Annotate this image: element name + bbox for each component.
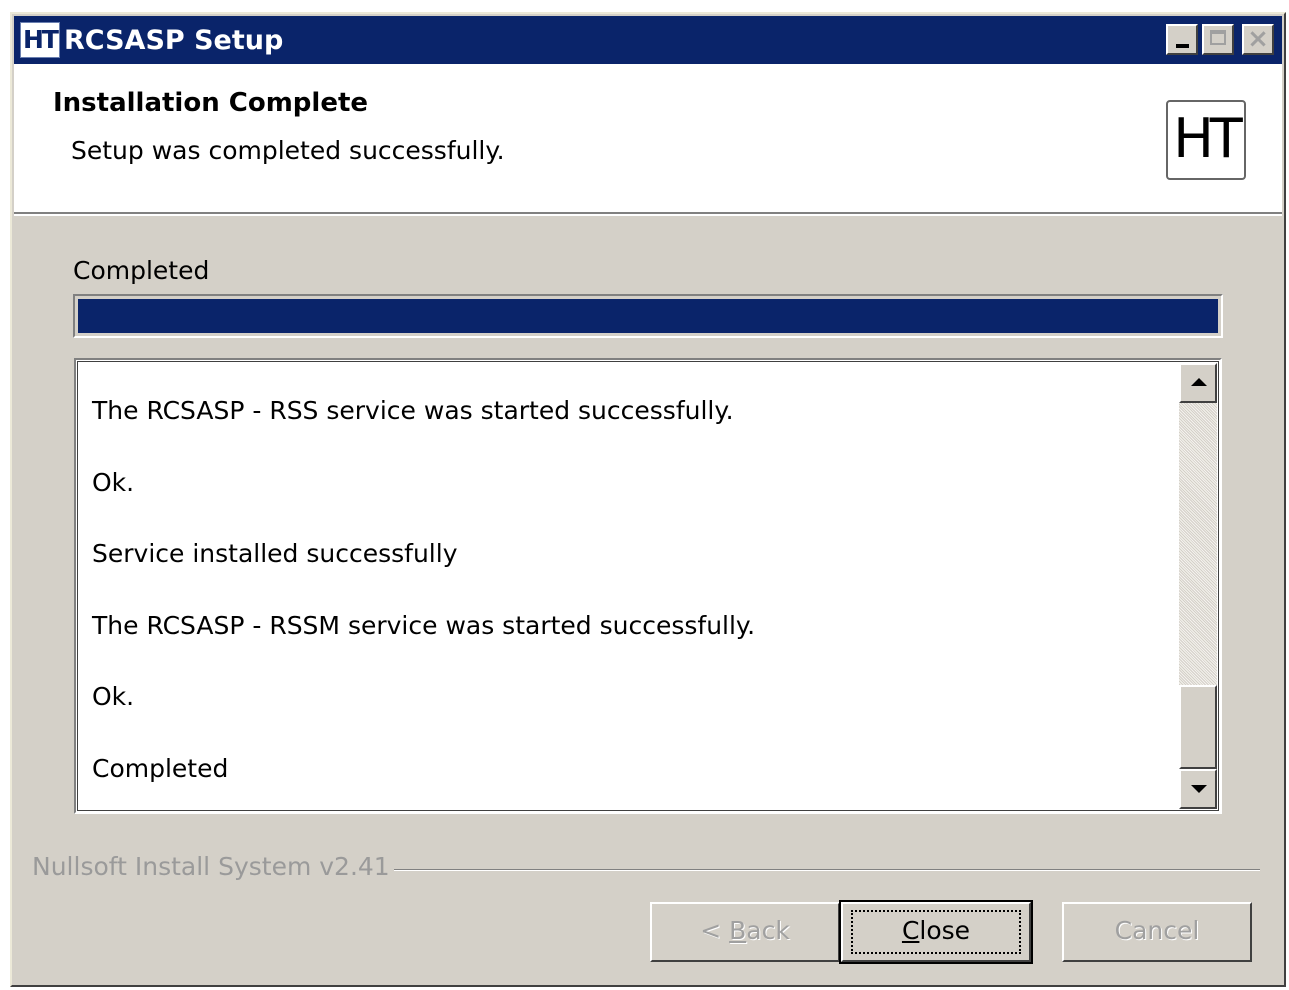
log-scrollbar[interactable] <box>1179 363 1217 809</box>
log-line: Ok. <box>92 682 135 712</box>
installer-branding: Nullsoft Install System v2.41 <box>32 852 390 881</box>
log-line: The RCSASP - RSS service was started suc… <box>92 396 734 425</box>
header-panel: Installation Complete Setup was complete… <box>14 64 1282 214</box>
minimize-icon <box>1176 44 1189 48</box>
log-line: Ok. <box>92 467 135 497</box>
header-divider <box>14 214 1282 216</box>
arrow-down-icon <box>1191 785 1207 793</box>
title-bar[interactable]: HT RCSASP Setup × <box>14 16 1282 64</box>
progress-bar <box>73 294 1223 338</box>
maximize-icon <box>1210 30 1226 45</box>
scroll-down-button[interactable] <box>1179 769 1217 809</box>
log-line: Completed <box>92 753 229 783</box>
install-log[interactable]: The RCSASP - RSS service was started suc… <box>74 358 1222 814</box>
close-window-button[interactable]: × <box>1242 24 1274 55</box>
focus-ring <box>851 910 1021 954</box>
log-line: Service installed successfully <box>92 539 458 569</box>
scroll-up-button[interactable] <box>1179 363 1217 403</box>
back-button-mnemonic: B <box>729 916 747 945</box>
back-button[interactable]: < Back <box>650 902 840 962</box>
cancel-button[interactable]: Cancel <box>1062 902 1252 962</box>
window-title: RCSASP Setup <box>64 25 284 56</box>
back-button-label: ack <box>746 916 790 945</box>
progress-bar-fill <box>78 299 1218 333</box>
close-button[interactable]: Close <box>839 900 1033 964</box>
app-icon: HT <box>20 22 60 58</box>
scroll-thumb[interactable] <box>1179 685 1217 769</box>
page-subtitle: Setup was completed successfully. <box>71 136 505 165</box>
back-button-prefix: < <box>700 916 730 945</box>
setup-window: HT RCSASP Setup × Installation Complete … <box>10 12 1286 987</box>
branding-divider <box>394 869 1260 871</box>
page-title: Installation Complete <box>53 88 369 118</box>
close-icon: × <box>1247 24 1269 54</box>
log-line: The RCSASP - RSSM service was started su… <box>92 610 756 640</box>
ht-logo: HT <box>1166 100 1246 180</box>
minimize-button[interactable] <box>1166 24 1198 55</box>
status-label: Completed <box>73 256 210 285</box>
maximize-button[interactable] <box>1202 24 1234 55</box>
arrow-up-icon <box>1191 378 1207 386</box>
log-lines: The RCSASP - RSS service was started suc… <box>92 396 755 826</box>
